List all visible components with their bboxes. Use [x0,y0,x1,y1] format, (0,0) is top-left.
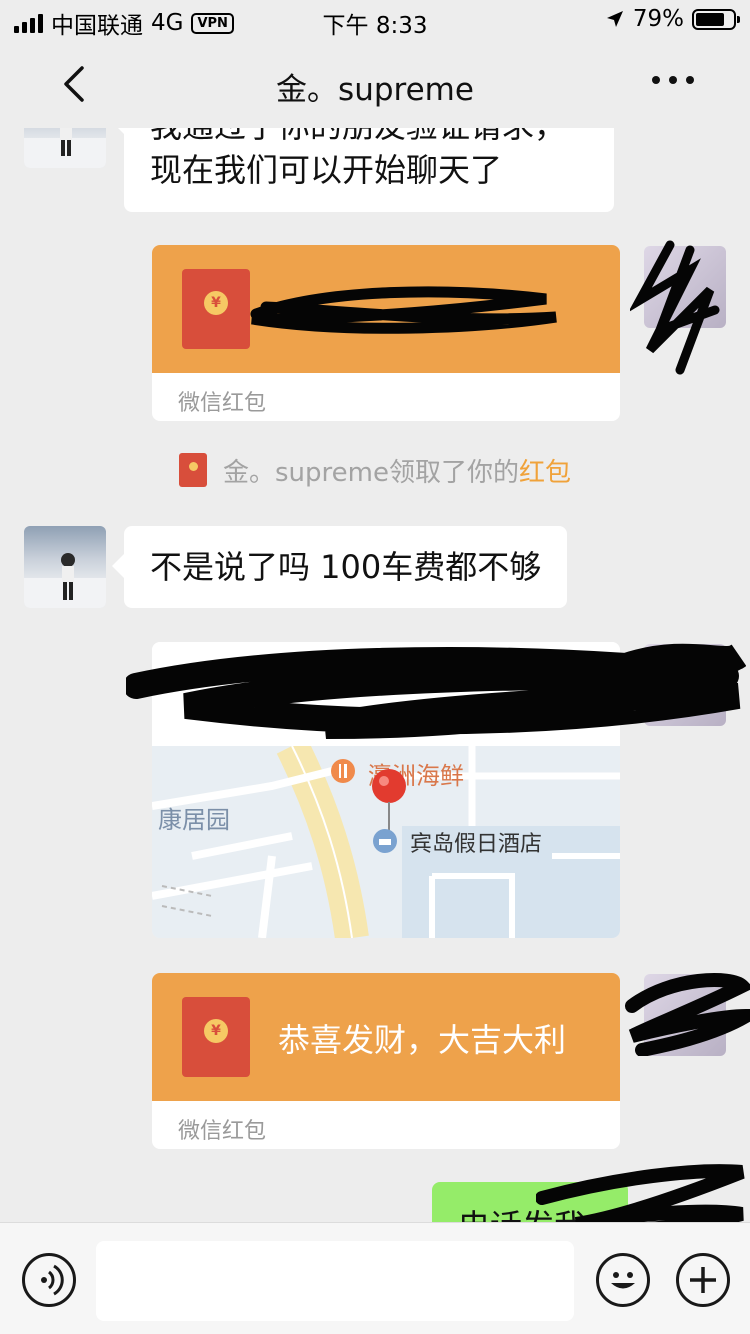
chat-area[interactable]: 我通过了你的朋友验证请求， 现在我们可以开始聊天了 ¥ 微信红包 金。supre… [0,128,750,1222]
voice-waves-icon [41,1264,64,1296]
redaction-scribble-icon [536,1164,745,1222]
red-packet-footer: 微信红包 [178,391,267,416]
map-preview[interactable]: 瀛洲海鲜 康居园 宾岛假日酒店 [152,746,620,938]
red-packet-message[interactable]: ¥ 恭喜发财，大吉大利 微信红包 [152,973,620,1149]
restaurant-icon [331,759,355,783]
nav-bar: 金。supreme [0,40,750,128]
red-packet-link[interactable]: 红包 [519,458,571,488]
red-envelope-icon: ¥ [182,997,250,1077]
battery-icon [692,8,740,30]
map-label-hotel: 宾岛假日酒店 [410,832,543,857]
status-right: 79% [605,6,740,32]
friend-greeting-bubble[interactable]: 我通过了你的朋友验证请求， 现在我们可以开始聊天了 [112,128,614,212]
hotel-icon [373,829,397,853]
battery-percent: 79% [632,6,684,32]
friend-reply-bubble[interactable]: 不是说了吗 100车费都不够 [111,526,568,608]
red-envelope-icon: ¥ [182,269,250,349]
input-bar [0,1222,750,1334]
redaction-scribble-icon [625,973,750,1056]
red-packet-footer: 微信红包 [178,1119,267,1144]
map-label-area: 康居园 [158,806,230,834]
status-bar: 中国联通 4G VPN 下午 8:33 79% [0,0,750,40]
scribble-icon [628,240,720,375]
location-arrow-icon [606,11,623,27]
friend-avatar[interactable] [24,128,106,168]
person-icon [24,553,106,608]
red-packet-body[interactable]: ¥ [152,245,620,373]
redaction-scribble-icon [250,286,557,334]
red-packet-greeting: 恭喜发财，大吉大利 [278,1021,567,1059]
plus-glyph-icon [690,1267,716,1293]
system-message: 金。supreme领取了你的红包 [0,452,750,489]
red-envelope-small-icon [179,453,207,487]
chat-title: 金。supreme [276,72,474,108]
system-message-text: 金。supreme领取了你的 [223,458,519,488]
battery-fill [696,12,725,26]
smile-face-icon [611,1272,635,1289]
redaction-scribble [628,240,720,378]
message-input[interactable] [96,1241,574,1321]
more-dots-icon[interactable] [652,76,694,84]
plus-icon[interactable] [676,1253,730,1307]
person-icon [24,128,106,168]
voice-icon[interactable] [22,1253,76,1307]
emoji-icon[interactable] [596,1253,650,1307]
redaction-scribble-icon [126,643,746,739]
friend-avatar[interactable] [24,526,106,608]
red-packet-message[interactable]: ¥ 微信红包 [152,245,620,421]
red-packet-body[interactable]: ¥ 恭喜发财，大吉大利 [152,973,620,1101]
